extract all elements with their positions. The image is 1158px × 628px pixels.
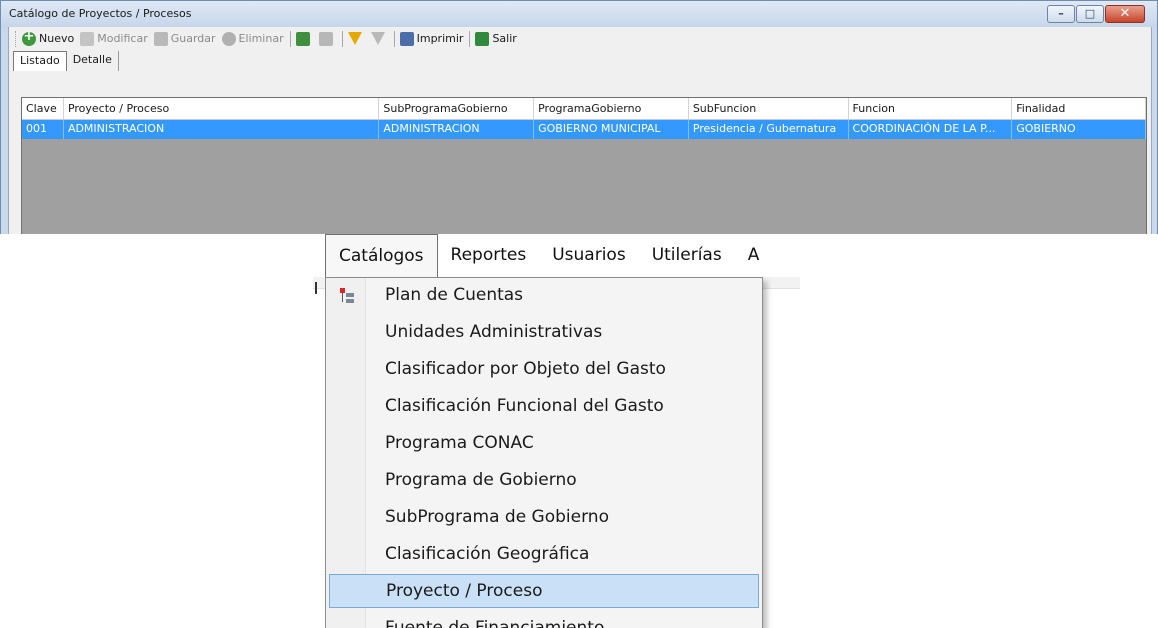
table-row[interactable]: 001 ADMINISTRACION ADMINISTRACION GOBIER…	[22, 120, 1146, 139]
filter-button[interactable]	[347, 32, 365, 45]
window-titlebar[interactable]: Catálogo de Proyectos / Procesos – □ ✕	[1, 1, 1157, 27]
menu-item-programa-conac[interactable]: Programa CONAC	[329, 426, 759, 460]
cancel-icon	[318, 31, 333, 46]
guardar-button[interactable]: Guardar	[153, 31, 216, 46]
column-header-programa[interactable]: ProgramaGobierno	[534, 98, 689, 119]
printer-icon	[399, 31, 414, 46]
cancel-button[interactable]	[318, 31, 336, 46]
menu-bar: Catálogos Reportes Usuarios Utilerías A	[313, 234, 800, 278]
catalog-window: Catálogo de Proyectos / Procesos – □ ✕ N…	[0, 0, 1158, 234]
exit-icon	[475, 31, 490, 46]
toolbar-separator	[469, 30, 471, 47]
minimize-icon: –	[1058, 7, 1064, 20]
modificar-label: Modificar	[97, 32, 148, 45]
menu-item-subprograma-gobierno[interactable]: SubPrograma de Gobierno	[329, 500, 759, 534]
column-header-clave[interactable]: Clave	[22, 98, 64, 119]
add-icon	[22, 29, 36, 46]
menu-item-clasificador-objeto-gasto[interactable]: Clasificador por Objeto del Gasto	[329, 352, 759, 386]
tab-detalle[interactable]: Detalle	[66, 51, 119, 71]
grid-header: Clave Proyecto / Proceso SubProgramaGobi…	[22, 98, 1146, 120]
maximize-icon: □	[1084, 7, 1096, 20]
tab-strip: Listado Detalle	[13, 51, 119, 71]
cell-subfuncion: Presidencia / Gubernatura	[689, 120, 849, 139]
salir-button[interactable]: Salir	[475, 31, 517, 46]
column-header-subfuncion[interactable]: SubFuncion	[689, 98, 849, 119]
menu-screenshot: Catálogos Reportes Usuarios Utilerías A …	[313, 234, 800, 628]
column-header-subprograma[interactable]: SubProgramaGobierno	[379, 98, 535, 119]
filter-icon	[347, 32, 362, 45]
close-button[interactable]: ✕	[1105, 5, 1145, 23]
menu-reportes[interactable]: Reportes	[438, 234, 540, 277]
guardar-label: Guardar	[170, 32, 216, 45]
toolbar-grip[interactable]	[15, 30, 18, 47]
toolbar-fragment	[315, 282, 317, 294]
imprimir-label: Imprimir	[416, 32, 464, 45]
close-icon: ✕	[1119, 6, 1131, 21]
menu-item-clasificacion-geografica[interactable]: Clasificación Geográfica	[329, 537, 759, 571]
window-title: Catálogo de Proyectos / Procesos	[9, 7, 192, 20]
toolbar-separator	[289, 30, 291, 47]
nuevo-label: Nuevo	[39, 32, 75, 45]
imprimir-button[interactable]: Imprimir	[399, 31, 464, 46]
refresh-icon	[295, 31, 310, 46]
maximize-button[interactable]: □	[1076, 5, 1104, 23]
cell-proyecto: ADMINISTRACION	[64, 120, 380, 139]
edit-icon	[80, 31, 95, 46]
cell-finalidad: GOBIERNO	[1012, 120, 1146, 139]
minimize-button[interactable]: –	[1047, 5, 1075, 23]
toolbar-separator	[341, 30, 343, 47]
menu-utilerias[interactable]: Utilerías	[639, 234, 735, 277]
cell-programa: GOBIERNO MUNICIPAL	[534, 120, 689, 139]
menu-item-fuente-financiamiento[interactable]: Fuente de Financiamiento	[329, 611, 759, 628]
delete-icon	[221, 31, 236, 46]
refresh-button[interactable]	[295, 31, 313, 46]
column-header-funcion[interactable]: Funcion	[849, 98, 1013, 119]
clear-filter-button[interactable]	[370, 32, 388, 45]
nuevo-button[interactable]: Nuevo	[22, 29, 75, 46]
clear-filter-icon	[370, 32, 385, 45]
eliminar-label: Eliminar	[238, 32, 284, 45]
catalogos-dropdown: Plan de Cuentas Unidades Administrativas…	[325, 277, 763, 628]
menu-truncated[interactable]: A	[735, 234, 773, 277]
menu-item-proyecto-proceso[interactable]: Proyecto / Proceso	[329, 574, 759, 608]
menu-item-plan-de-cuentas[interactable]: Plan de Cuentas	[329, 278, 759, 312]
modificar-button[interactable]: Modificar	[80, 31, 148, 46]
menu-item-programa-gobierno[interactable]: Programa de Gobierno	[329, 463, 759, 497]
menu-catalogos[interactable]: Catálogos	[325, 234, 438, 278]
menu-item-clasificacion-funcional[interactable]: Clasificación Funcional del Gasto	[329, 389, 759, 423]
cell-funcion: COORDINACIÓN DE LA P...	[849, 120, 1013, 139]
save-icon	[153, 31, 168, 46]
data-grid[interactable]: Clave Proyecto / Proceso SubProgramaGobi…	[21, 97, 1147, 234]
cell-clave: 001	[22, 120, 64, 139]
column-header-finalidad[interactable]: Finalidad	[1012, 98, 1146, 119]
window-body: Nuevo Modificar Guardar Eliminar Imprimi…	[8, 27, 1152, 234]
toolbar: Nuevo Modificar Guardar Eliminar Imprimi…	[9, 27, 1151, 50]
toolbar-separator	[393, 30, 395, 47]
cell-subprograma: ADMINISTRACION	[379, 120, 535, 139]
menu-item-unidades-administrativas[interactable]: Unidades Administrativas	[329, 315, 759, 349]
tab-listado[interactable]: Listado	[13, 51, 67, 71]
menu-usuarios[interactable]: Usuarios	[539, 234, 638, 277]
salir-label: Salir	[492, 32, 517, 45]
column-header-proyecto[interactable]: Proyecto / Proceso	[64, 98, 380, 119]
eliminar-button[interactable]: Eliminar	[221, 31, 284, 46]
